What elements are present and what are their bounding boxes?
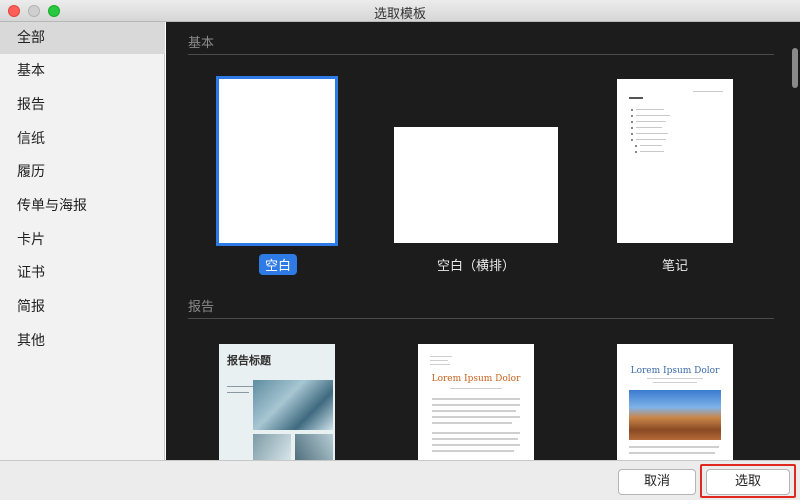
template-report-lorem-thumb[interactable]: Lorem Ipsum Dolor [418,344,534,460]
title-bar: 选取模板 [0,0,800,22]
sidebar-item-letters[interactable]: 信纸 [0,123,165,155]
template-report-title-thumb[interactable]: 报告标题 [219,344,335,460]
choose-button-highlight [700,464,796,498]
cancel-button[interactable]: 取消 [618,469,696,495]
building-photo [253,434,291,460]
sidebar-item-certificates[interactable]: 证书 [0,257,165,289]
window-title: 选取模板 [373,7,426,22]
template-note-thumb[interactable] [617,79,733,243]
template-blank-landscape-label[interactable]: 空白（横排） [406,255,546,274]
sidebar-item-basic[interactable]: 基本 [0,55,165,87]
gallery-scrollbar[interactable] [792,48,798,88]
sidebar-item-all[interactable]: 全部 [0,22,165,54]
sidebar-item-other[interactable]: 其他 [0,325,165,357]
template-blank-label[interactable]: 空白 [259,254,298,275]
sidebar-item-reports[interactable]: 报告 [0,89,165,121]
template-blank-thumb[interactable] [216,76,338,246]
canyon-photo [629,390,721,440]
sidebar-item-cards[interactable]: 卡片 [0,224,165,256]
sidebar-item-flyers-posters[interactable]: 传单与海报 [0,190,165,222]
thumb-report-title: 报告标题 [227,354,271,367]
building-photo [295,434,333,460]
section-divider [188,318,774,319]
building-photo [253,380,333,430]
template-note-label[interactable]: 笔记 [646,255,704,274]
template-blank-landscape-thumb[interactable] [394,127,558,243]
section-title-basic: 基本 [188,36,215,51]
thumb-lorem-title: Lorem Ipsum Dolor [431,374,521,384]
template-report-photo-thumb[interactable]: Lorem Ipsum Dolor [617,344,733,460]
thumb-lorem-title: Lorem Ipsum Dolor [630,366,720,376]
category-sidebar: 全部 基本 报告 信纸 履历 传单与海报 卡片 证书 简报 其他 [0,22,165,460]
sidebar-item-resumes[interactable]: 履历 [0,156,165,188]
section-title-reports: 报告 [188,300,215,315]
template-gallery: 基本 空白 空白（横排） 笔记 报告 报告标题 Lorem Ipsum Dolo… [166,22,800,460]
dialog-footer: 取消 选取 [0,460,800,500]
sidebar-item-newsletters[interactable]: 简报 [0,291,165,323]
section-divider [188,54,774,55]
